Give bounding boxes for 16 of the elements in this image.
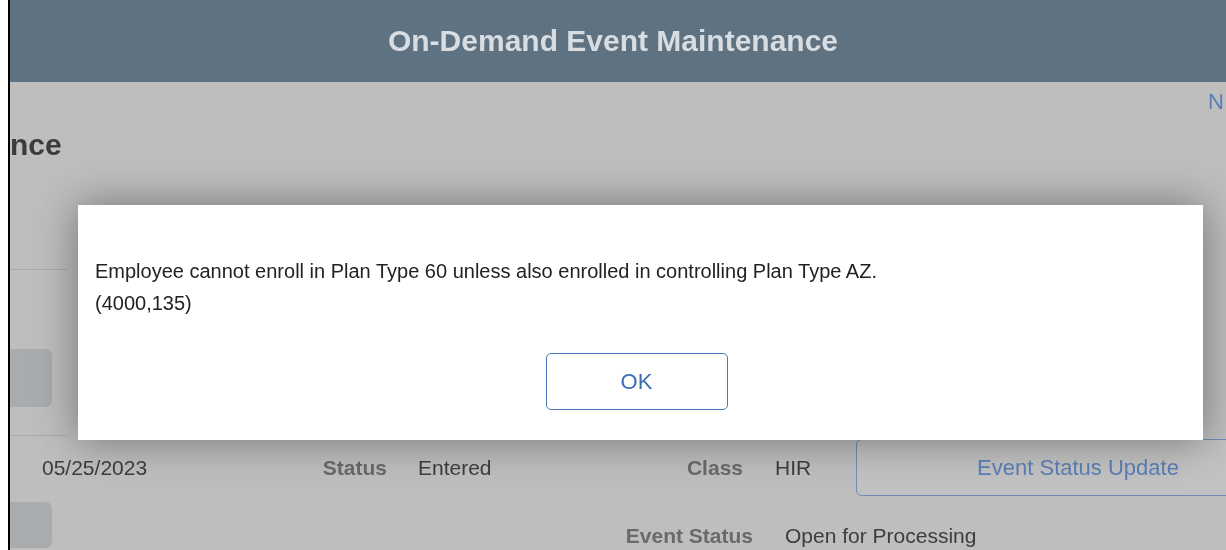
error-message: Employee cannot enroll in Plan Type 60 unless also enrolled in controlling Plan Type AZ. bbox=[95, 259, 878, 284]
window-title: On-Demand Event Maintenance bbox=[387, 24, 839, 58]
field-label: Status bbox=[321, 455, 387, 480]
side-button[interactable] bbox=[10, 349, 52, 407]
field-label: Event Status bbox=[624, 524, 753, 548]
event-status-update-button[interactable]: Event Status Update bbox=[856, 439, 1226, 496]
top-link[interactable]: N bbox=[1208, 89, 1224, 115]
page-heading: nce bbox=[10, 127, 63, 163]
date-value: 05/25/2023 bbox=[42, 455, 149, 480]
error-code: (4000,135) bbox=[95, 291, 193, 316]
field-value: Entered bbox=[418, 455, 493, 480]
ok-button[interactable]: OK bbox=[545, 353, 728, 410]
field-value: Open for Processing bbox=[785, 524, 977, 548]
field-label: Class bbox=[685, 455, 743, 480]
side-button[interactable] bbox=[10, 502, 52, 548]
field-value: HIR bbox=[775, 455, 813, 480]
